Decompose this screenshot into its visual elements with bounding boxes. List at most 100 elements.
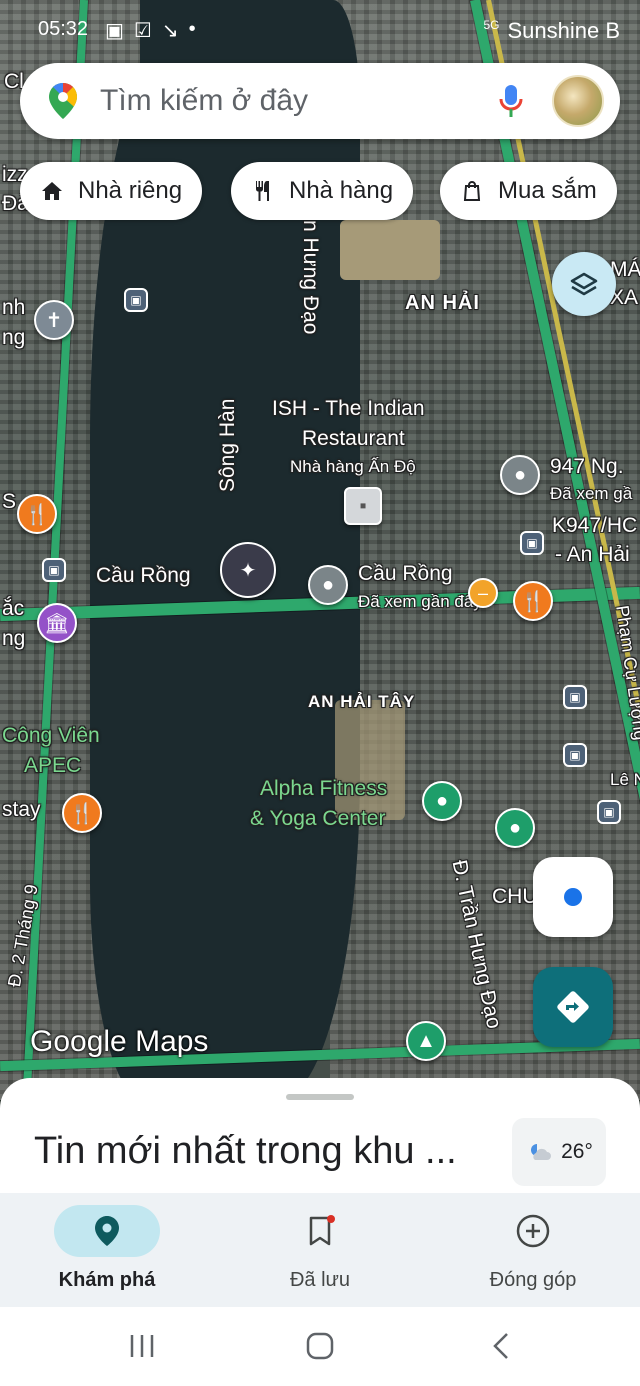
overlay-text: Sunshine B (507, 18, 620, 43)
status-bar: 05:32 ▣ ☑ ↘ • 5G Sunshine B (0, 0, 640, 60)
avatar[interactable] (552, 75, 604, 127)
river-label-song-han: Sông Hàn (216, 398, 239, 492)
chip-restaurant-label: Nhà hàng (289, 177, 394, 204)
directions-icon (557, 991, 589, 1023)
chip-shopping-label: Mua sắm (498, 177, 597, 204)
google-maps-logo-icon (49, 83, 77, 119)
street-label-hung-dao: n Hưng Đạo (299, 220, 322, 335)
sheet-headline[interactable]: Tin mới nhất trong khu ... (34, 1130, 457, 1173)
nav-saved[interactable]: Đã lưu (240, 1205, 400, 1305)
edge-label-s: S (2, 490, 17, 513)
place-pin-cau-rong-icon[interactable]: ● (308, 565, 348, 605)
fitness-pin-icon[interactable]: ● (422, 781, 462, 821)
location-dot-icon (564, 888, 582, 906)
park-pin-icon[interactable]: ▲ (406, 1021, 446, 1061)
hotel-pin-icon[interactable]: ▪ (344, 487, 382, 525)
google-maps-watermark: Google Maps (30, 1025, 209, 1058)
museum-pin-icon[interactable]: 🏛 (37, 603, 77, 643)
edge-label-ng: ng (2, 326, 26, 349)
search-input[interactable]: Tìm kiếm ở đây (100, 84, 496, 118)
place-sub-ish: Nhà hàng Ấn Độ (290, 457, 416, 476)
my-location-button[interactable] (533, 857, 613, 937)
system-navigation-bar (0, 1307, 640, 1386)
restaurant-pin-icon[interactable]: 🍴 (17, 494, 57, 534)
area-label-an-hai-tay: AN HẢI TÂY (308, 692, 416, 711)
place-sub-947: Đã xem gầ (550, 484, 633, 503)
place-label-947[interactable]: 947 Ng. (550, 455, 624, 479)
map-sand (340, 220, 440, 280)
dot-icon: • (188, 18, 196, 40)
bottom-navigation: Khám phá Đã lưu Đóng góp (0, 1193, 640, 1307)
explore-pin-icon (95, 1216, 119, 1246)
map-sand-south (335, 700, 405, 820)
bus-stop-east-icon[interactable]: ▣ (520, 531, 544, 555)
area-label-chu: CHU (492, 885, 538, 908)
status-icons-right: 5G Sunshine B (483, 18, 620, 44)
place-label-apec[interactable]: APEC (24, 754, 81, 778)
edge-label-ac: ắc (2, 597, 25, 620)
nav-contribute[interactable]: Đóng góp (453, 1205, 613, 1305)
home-icon (42, 182, 62, 200)
place-label-alpha-fitness[interactable]: Alpha Fitness (260, 777, 387, 801)
gallery-icon: ▣ (105, 20, 124, 42)
bus-stop-west-icon[interactable]: ▣ (42, 558, 66, 582)
place-label-cau-rong-left[interactable]: Cầu Rồng (96, 564, 191, 588)
place-label-cau-rong-right[interactable]: Cầu Rồng (358, 562, 453, 586)
microphone-icon[interactable] (496, 81, 526, 121)
place-label-ish-line2[interactable]: Restaurant (302, 427, 405, 451)
place-pin-947-icon[interactable]: ● (500, 455, 540, 495)
weather-chip[interactable]: 26° (512, 1118, 606, 1186)
nav-explore-label: Khám phá (58, 1269, 156, 1291)
nav-explore-pill (54, 1205, 160, 1257)
edge-label-nh: nh (2, 296, 26, 319)
back-icon[interactable] (486, 1329, 516, 1363)
place-label-an-hai-short: - An Hải (555, 543, 630, 566)
no-entry-icon: – (468, 578, 498, 608)
street-label-le-n: Lê N (610, 770, 640, 789)
restaurant-icon (256, 181, 269, 201)
bus-stop-ne-icon[interactable]: ▣ (597, 800, 621, 824)
directions-button[interactable] (533, 967, 613, 1047)
layers-button[interactable] (552, 252, 616, 316)
weather-temp: 26° (561, 1140, 593, 1163)
recent-apps-icon[interactable] (126, 1329, 158, 1363)
edge-label-ng2: ng (2, 627, 26, 650)
chip-home[interactable]: Nhà riêng (20, 162, 203, 220)
missed-call-icon: ↘ (161, 20, 179, 42)
place-label-cong-vien[interactable]: Công Viên (2, 724, 100, 748)
place-label-ish[interactable]: ISH - The Indian (272, 397, 425, 421)
bookmark-icon (309, 1215, 335, 1246)
place-label-stay[interactable]: stay (2, 798, 41, 822)
place-label-alpha-yoga[interactable]: & Yoga Center (250, 807, 385, 831)
place-label-k947[interactable]: K947/HC (552, 514, 637, 538)
restaurant-pin-east-icon[interactable]: 🍴 (513, 581, 553, 621)
bus-stop-pham-icon[interactable]: ▣ (563, 685, 587, 709)
nav-contribute-label: Đóng góp (489, 1269, 577, 1291)
bus-stop-le-icon[interactable]: ▣ (563, 743, 587, 767)
layers-icon (570, 272, 598, 296)
status-icons-left: ▣ ☑ ↘ • (105, 18, 196, 43)
nav-explore[interactable]: Khám phá (27, 1205, 187, 1305)
area-label-an-hai: AN HẢI (405, 292, 480, 314)
restaurant-pin-stay-icon[interactable]: 🍴 (62, 793, 102, 833)
chip-restaurant[interactable]: Nhà hàng (231, 162, 414, 220)
chip-shopping[interactable]: Mua sắm (440, 162, 617, 220)
add-circle-icon (516, 1214, 550, 1248)
place-sub-cau-rong: Đã xem gần đây (358, 592, 482, 611)
status-time: 05:32 (38, 18, 89, 40)
bottom-sheet[interactable]: Tin mới nhất trong khu ... 26° (0, 1078, 640, 1198)
check-icon: ☑ (133, 20, 152, 42)
network-label: 5G (483, 18, 500, 32)
nav-saved-label: Đã lưu (289, 1269, 351, 1291)
church-pin-icon[interactable]: ✝ (34, 300, 74, 340)
nav-contribute-pill (480, 1205, 586, 1257)
sheet-drag-handle[interactable] (286, 1094, 354, 1100)
search-bar[interactable]: Tìm kiếm ở đây (20, 63, 620, 139)
shopping-bag-icon (463, 181, 481, 201)
place-pin-green-icon[interactable]: ● (495, 808, 535, 848)
photo-pin-icon[interactable]: ✦ (220, 542, 276, 598)
home-button-icon[interactable] (303, 1329, 337, 1363)
partly-cloudy-icon (531, 1144, 552, 1160)
nav-saved-pill (267, 1205, 373, 1257)
bus-stop-icon[interactable]: ▣ (124, 288, 148, 312)
